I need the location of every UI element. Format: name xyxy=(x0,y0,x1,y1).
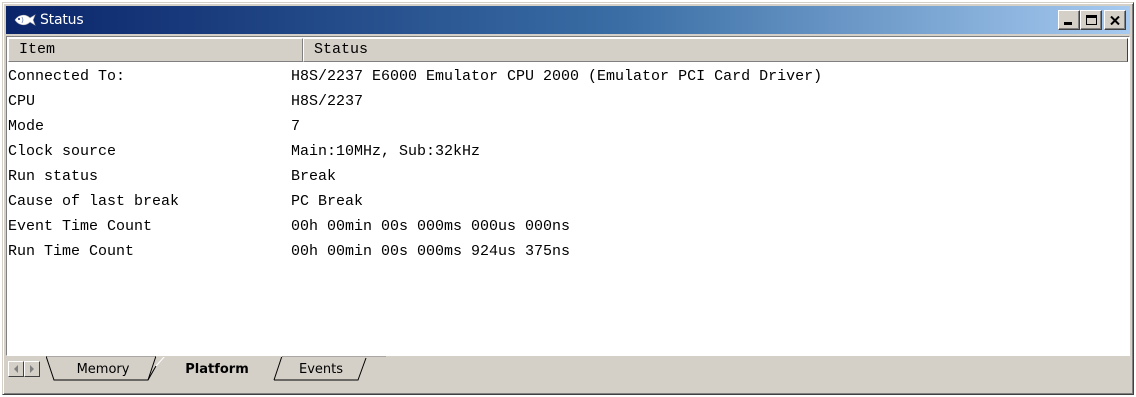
status-list: Item Status Connected To: H8S/2237 E6000… xyxy=(6,36,1130,356)
row-status: 00h 00min 00s 000ms 000us 000ns xyxy=(291,218,571,235)
column-header-item[interactable]: Item xyxy=(8,38,303,62)
scroll-right-icon xyxy=(30,365,34,373)
row-item: Run Time Count xyxy=(8,243,135,260)
row-item: Clock source xyxy=(8,143,117,160)
list-body: Connected To: H8S/2237 E6000 Emulator CP… xyxy=(8,64,1128,264)
scroll-left-icon xyxy=(14,365,18,373)
minimize-button[interactable] xyxy=(1058,10,1080,30)
row-item: Event Time Count xyxy=(8,218,153,235)
minimize-icon xyxy=(1064,22,1072,25)
close-button[interactable] xyxy=(1104,10,1126,30)
window-title: Status xyxy=(40,12,84,28)
tab-scroll-left-button[interactable] xyxy=(8,361,24,377)
row-status: H8S/2237 E6000 Emulator CPU 2000 (Emulat… xyxy=(291,68,823,85)
row-status: H8S/2237 xyxy=(291,93,364,110)
row-item: CPU xyxy=(8,93,36,110)
row-status: Main:10MHz, Sub:32kHz xyxy=(291,143,481,160)
row-item: Mode xyxy=(8,118,45,135)
list-row[interactable]: Cause of last break PC Break xyxy=(8,189,1128,214)
column-header-status[interactable]: Status xyxy=(303,38,1128,62)
tab-platform[interactable]: Platform xyxy=(158,356,276,382)
list-row[interactable]: Mode 7 xyxy=(8,114,1128,139)
row-status: 00h 00min 00s 000ms 924us 375ns xyxy=(291,243,571,260)
row-item: Cause of last break xyxy=(8,193,180,210)
list-row[interactable]: Run Time Count 00h 00min 00s 000ms 924us… xyxy=(8,239,1128,264)
tab-bar: Memory Platform Events xyxy=(6,356,1130,390)
maximize-icon xyxy=(1085,15,1097,25)
status-window: Status Item Status Connected To: H8S/223… xyxy=(2,2,1134,395)
list-row[interactable]: Run status Break xyxy=(8,164,1128,189)
fish-icon xyxy=(14,14,36,26)
list-row[interactable]: Connected To: H8S/2237 E6000 Emulator CP… xyxy=(8,64,1128,89)
title-bar[interactable]: Status xyxy=(6,6,1130,34)
row-status: Break xyxy=(291,168,337,185)
tab-memory[interactable]: Memory xyxy=(60,356,146,382)
row-status: PC Break xyxy=(291,193,364,210)
row-item: Connected To: xyxy=(8,68,126,85)
list-row[interactable]: CPU H8S/2237 xyxy=(8,89,1128,114)
list-row[interactable]: Event Time Count 00h 00min 00s 000ms 000… xyxy=(8,214,1128,239)
row-status: 7 xyxy=(291,118,301,135)
tab-events[interactable]: Events xyxy=(282,356,360,382)
tab-scroll-right-button[interactable] xyxy=(24,361,40,377)
list-row[interactable]: Clock source Main:10MHz, Sub:32kHz xyxy=(8,139,1128,164)
list-header: Item Status xyxy=(8,38,1128,62)
row-item: Run status xyxy=(8,168,99,185)
close-icon xyxy=(1110,15,1120,25)
maximize-button[interactable] xyxy=(1080,10,1102,30)
